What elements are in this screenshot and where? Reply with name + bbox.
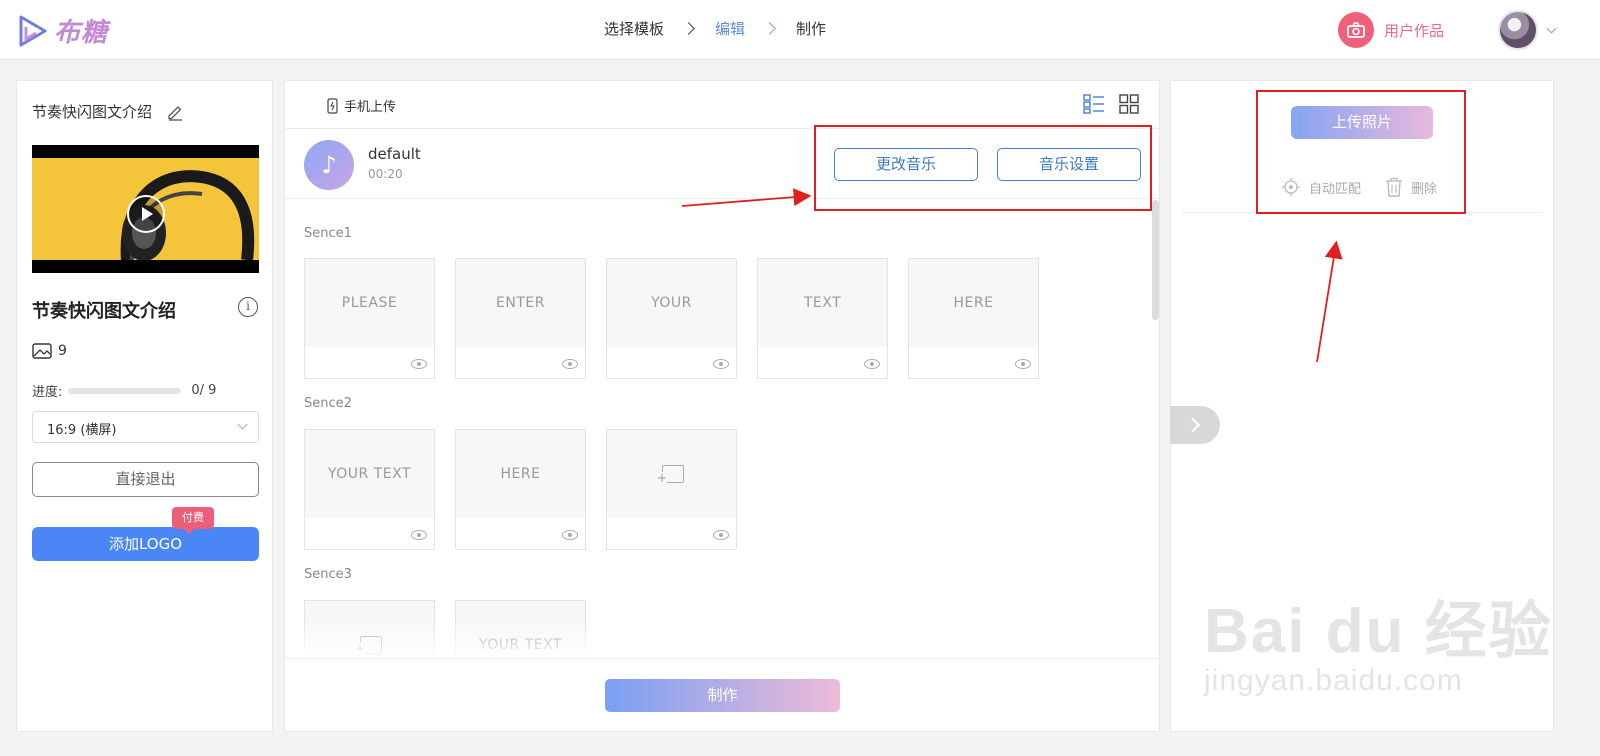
watermark: Bai du 经验 jingyan.baidu.com <box>1204 580 1553 698</box>
annotation-arrow <box>1316 240 1343 363</box>
annotation-arrow <box>681 188 812 207</box>
watermark-main: Bai du 经验 <box>1204 597 1553 666</box>
